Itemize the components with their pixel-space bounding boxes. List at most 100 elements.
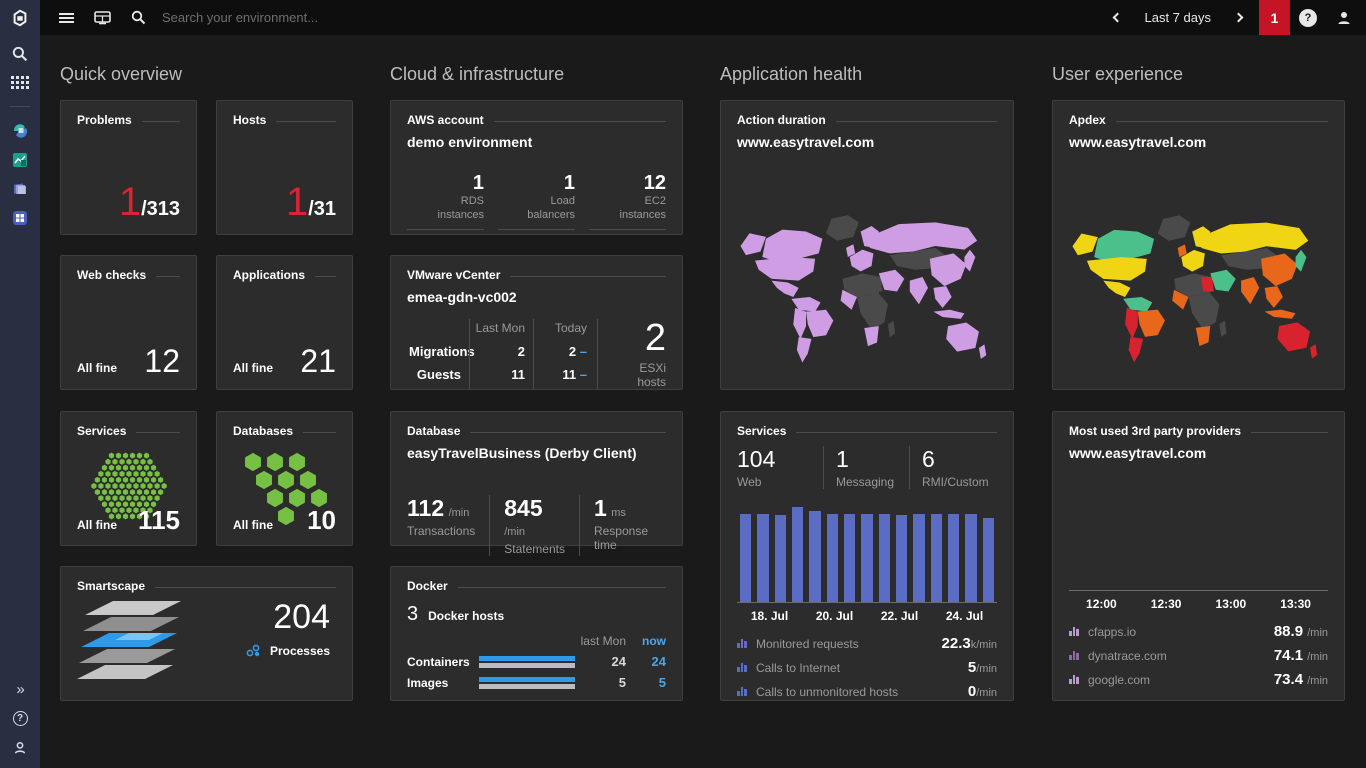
- pinned-chart-icon[interactable]: [0, 145, 40, 174]
- menu-icon[interactable]: [48, 0, 84, 35]
- tile-title: Most used 3rd party providers: [1069, 424, 1242, 438]
- application-name: www.easytravel.com: [1069, 134, 1207, 150]
- esxi-hosts-count: 2: [644, 317, 666, 359]
- applications-count: 21: [300, 343, 336, 379]
- docker-table: last Mon now Containers 24 24 Images 5 5: [407, 634, 666, 690]
- processes-icon: [246, 644, 260, 657]
- tile-3rd-party-providers[interactable]: Most used 3rd party providers www.easytr…: [1052, 411, 1345, 701]
- bar-chart-icon: [1069, 675, 1080, 684]
- tile-action-duration[interactable]: Action duration www.easytravel.com: [720, 100, 1014, 390]
- tile-title: Problems: [77, 113, 132, 127]
- processes-count: 204: [273, 598, 330, 636]
- column-header-cloud-infrastructure: Cloud & infrastructure: [390, 64, 565, 84]
- services-legend: Monitored requests 22.3k/min Calls to In…: [737, 635, 997, 700]
- time-range-selector: Last 7 days: [1105, 0, 1252, 35]
- bar-chart-icon: [737, 639, 748, 648]
- status-text: All fine: [233, 518, 274, 532]
- pinned-cloud-icon[interactable]: [0, 116, 40, 145]
- top-bar: Last 7 days 1 ?: [0, 0, 1366, 35]
- docker-hosts-label: Docker hosts: [428, 609, 505, 623]
- legend-row: google.com 73.4 /min: [1069, 671, 1328, 688]
- problems-open-count: 1: [118, 180, 142, 224]
- tile-apdex[interactable]: Apdex www.easytravel.com: [1052, 100, 1345, 390]
- left-sidebar: » ?: [0, 35, 40, 768]
- column-header-quick-overview: Quick overview: [60, 64, 183, 84]
- tile-applications[interactable]: Applications All fine 21: [216, 255, 353, 390]
- processes-label: Processes: [269, 644, 330, 659]
- databases-count: 10: [307, 505, 336, 535]
- containers-bar: [479, 655, 575, 668]
- tile-title: Hosts: [233, 113, 267, 127]
- legend-row: Monitored requests 22.3k/min: [737, 635, 997, 652]
- sidebar-user-icon[interactable]: [0, 733, 40, 762]
- aws-metric-ec2: 12 EC2 instances: [589, 172, 666, 230]
- apps-grid-icon[interactable]: [0, 68, 40, 97]
- tile-problems[interactable]: Problems 1 /313: [60, 100, 197, 235]
- providers-stacked-bar-chart: [1069, 491, 1328, 591]
- application-name: www.easytravel.com: [1069, 445, 1207, 461]
- tile-title: Smartscape: [77, 579, 146, 593]
- tile-title: Apdex: [1069, 113, 1106, 127]
- tile-title: AWS account: [407, 113, 484, 127]
- legend-row: dynatrace.com 74.1 /min: [1069, 647, 1328, 664]
- tile-vmware-vcenter[interactable]: VMware vCenter emea-gdn-vc002 Last Mon T…: [390, 255, 683, 390]
- time-next-button[interactable]: [1225, 0, 1251, 35]
- tile-smartscape[interactable]: Smartscape 204 Processes: [60, 566, 353, 701]
- time-prev-button[interactable]: [1105, 0, 1131, 35]
- sidebar-divider: [10, 106, 30, 107]
- dashboards-icon[interactable]: [84, 0, 120, 35]
- sidebar-search-icon[interactable]: [0, 39, 40, 68]
- images-bar: [479, 676, 575, 689]
- pinned-apps-icon[interactable]: [0, 203, 40, 232]
- legend-row: Calls to Internet 5/min: [737, 659, 997, 676]
- services-chart-ticks: 18. Jul 20. Jul 22. Jul 24. Jul: [750, 609, 984, 623]
- search-icon[interactable]: [120, 0, 156, 35]
- database-name: easyTravelBusiness (Derby Client): [407, 445, 637, 461]
- tile-title: Action duration: [737, 113, 826, 127]
- tile-title: Databases: [233, 424, 294, 438]
- column-header-user-experience: User experience: [1052, 64, 1184, 84]
- tile-services-overview[interactable]: Services All fine 115: [60, 411, 197, 546]
- tile-databases-overview[interactable]: Databases All fine 10: [216, 411, 353, 546]
- smartscape-layers-icon: [77, 601, 181, 679]
- tile-database[interactable]: Database easyTravelBusiness (Derby Clien…: [390, 411, 683, 556]
- services-count: 115: [138, 505, 180, 535]
- legend-row: Calls to unmonitored hosts 0/min: [737, 683, 997, 700]
- tile-title: Services: [737, 424, 787, 438]
- dynatrace-logo[interactable]: [0, 0, 40, 35]
- tile-aws-account[interactable]: AWS account demo environment 1 RDS instan…: [390, 100, 683, 235]
- hosts-problem-count: 1: [285, 180, 309, 224]
- services-metric-rmi: 6 RMI/Custom: [909, 446, 997, 489]
- docker-hosts-count: 3: [407, 603, 419, 625]
- db-metric-response-time: 1 ms Response time: [578, 495, 666, 556]
- help-icon[interactable]: ?: [1290, 0, 1326, 35]
- aws-metric-rds: 1 RDS instances: [407, 172, 484, 230]
- problems-badge[interactable]: 1: [1259, 0, 1290, 35]
- tile-hosts[interactable]: Hosts 1 /31: [216, 100, 353, 235]
- hosts-total: /31: [308, 198, 336, 220]
- tile-web-checks[interactable]: Web checks All fine 12: [60, 255, 197, 390]
- tile-title: VMware vCenter: [407, 268, 501, 282]
- sidebar-help-icon[interactable]: ?: [0, 704, 40, 733]
- tile-docker[interactable]: Docker 3 Docker hosts last Mon now Conta…: [390, 566, 683, 701]
- aws-account-name: demo environment: [407, 134, 533, 150]
- services-bar-chart: [737, 507, 997, 603]
- esxi-hosts-label: ESXi hosts: [637, 361, 666, 389]
- search-input[interactable]: [156, 10, 1105, 25]
- db-metric-transactions: 112 /min Transactions: [407, 495, 476, 538]
- services-metric-messaging: 1 Messaging: [823, 446, 909, 489]
- status-text: All fine: [77, 518, 118, 532]
- vcenter-name: emea-gdn-vc002: [407, 289, 517, 305]
- web-checks-count: 12: [144, 343, 180, 379]
- tile-title: Database: [407, 424, 461, 438]
- vmware-table: Last Mon Today Migrations 2 2 – Guests 1…: [407, 319, 595, 389]
- apdex-world-map: [1067, 193, 1330, 381]
- tile-services-health[interactable]: Services 104 Web 1 Messaging 6 RMI/Custo…: [720, 411, 1014, 701]
- problems-total: /313: [141, 198, 180, 220]
- user-icon[interactable]: [1326, 0, 1362, 35]
- expand-sidebar-icon[interactable]: »: [0, 675, 40, 704]
- time-range-label[interactable]: Last 7 days: [1131, 10, 1226, 25]
- action-duration-world-map: [735, 193, 999, 381]
- tile-title: Web checks: [77, 268, 147, 282]
- pinned-stack-icon[interactable]: [0, 174, 40, 203]
